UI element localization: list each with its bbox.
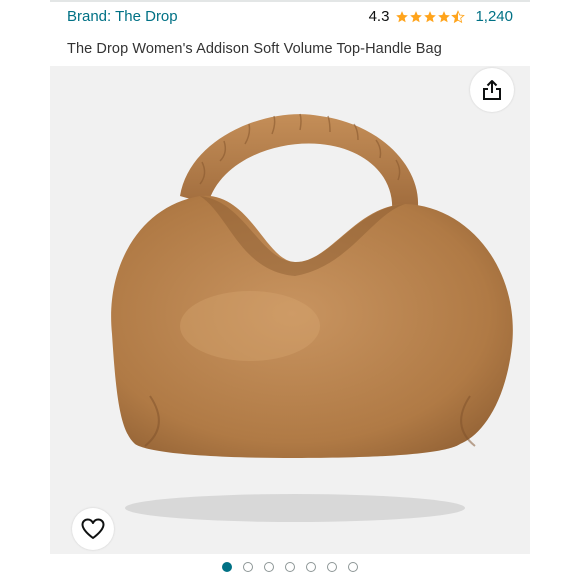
star-icon bbox=[438, 10, 451, 22]
brand-link[interactable]: Brand: The Drop bbox=[67, 8, 178, 25]
carousel-dot[interactable] bbox=[243, 562, 253, 572]
carousel-dot[interactable] bbox=[327, 562, 337, 572]
half-star-icon bbox=[451, 9, 466, 23]
rating-value: 4.3 bbox=[368, 8, 390, 25]
carousel-dot[interactable] bbox=[348, 562, 358, 572]
star-icon bbox=[410, 10, 423, 22]
product-image bbox=[111, 113, 513, 522]
rating-summary[interactable]: 4.3 1,240 bbox=[369, 8, 513, 25]
rating-stars bbox=[395, 9, 466, 24]
product-title: The Drop Women's Addison Soft Volume Top… bbox=[67, 41, 442, 57]
carousel-dot[interactable] bbox=[285, 562, 295, 572]
rating-count-link[interactable]: 1,240 bbox=[475, 8, 513, 25]
carousel-dot[interactable] bbox=[222, 562, 232, 572]
share-icon bbox=[483, 80, 501, 100]
carousel-dot[interactable] bbox=[306, 562, 316, 572]
star-icon bbox=[424, 10, 437, 22]
product-image-area[interactable] bbox=[50, 66, 530, 554]
heart-icon bbox=[81, 518, 105, 539]
star-icon bbox=[396, 10, 409, 22]
carousel-indicators bbox=[0, 562, 580, 572]
add-to-wishlist-button[interactable] bbox=[72, 508, 114, 550]
share-button[interactable] bbox=[470, 68, 514, 112]
top-divider bbox=[50, 0, 530, 2]
carousel-dot[interactable] bbox=[264, 562, 274, 572]
